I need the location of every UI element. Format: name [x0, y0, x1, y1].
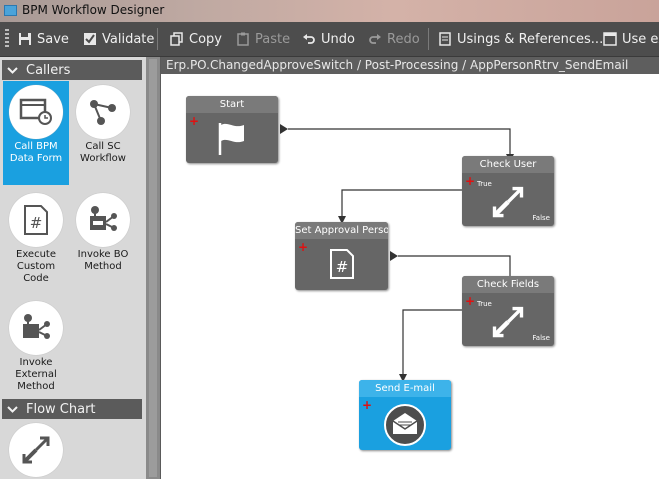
tool-call-sc-workflow[interactable]: Call SC Workflow	[70, 81, 136, 185]
false-branch-label: False	[532, 214, 550, 222]
toolbar-divider	[157, 28, 158, 50]
node-title: Check Fields	[462, 276, 554, 293]
add-icon[interactable]: +	[465, 175, 475, 187]
node-check-fields[interactable]: Check Fields + True False	[462, 276, 554, 346]
undo-button[interactable]: Undo	[302, 22, 355, 56]
save-label: Save	[37, 31, 69, 47]
redo-label: Redo	[387, 31, 420, 47]
tool-label: Execute Custom Code	[16, 249, 56, 284]
node-start[interactable]: Start +	[186, 96, 278, 163]
toolbar: Save Validate Copy Paste Undo Redo Using…	[0, 22, 659, 57]
app-icon	[4, 5, 17, 16]
flowchart-section-header[interactable]: Flow Chart	[2, 399, 142, 419]
tool-label: Invoke External Method	[15, 357, 57, 392]
toolbar-divider	[428, 28, 429, 50]
connector-start-checkuser	[288, 128, 511, 154]
toolbox-scrollbar[interactable]	[146, 57, 160, 479]
redo-button[interactable]: Redo	[368, 22, 420, 56]
node-title: Send E-mail	[359, 380, 451, 397]
tool-call-bpm-data-form[interactable]: Call BPM Data Form	[3, 81, 69, 185]
connector-setapproval-checkfields	[398, 255, 511, 276]
add-icon[interactable]: +	[298, 241, 308, 253]
breadcrumb: Erp.PO.ChangedApproveSwitch / Post-Proce…	[161, 57, 659, 74]
add-icon[interactable]: +	[362, 399, 372, 411]
node-title: Check User	[462, 156, 554, 173]
usings-label: Usings & References...	[457, 31, 604, 47]
callers-label: Callers	[26, 62, 71, 78]
scrollbar-thumb[interactable]	[149, 59, 157, 477]
envelope-icon	[384, 404, 426, 446]
copy-label: Copy	[189, 31, 222, 47]
paste-button[interactable]: Paste	[236, 22, 290, 56]
workflow-icon	[76, 85, 130, 139]
paste-label: Paste	[255, 31, 291, 47]
false-branch-label: False	[532, 334, 550, 342]
node-title: Set Approval Perso	[295, 222, 388, 239]
undo-label: Undo	[321, 31, 355, 47]
chevron-down-icon	[7, 66, 18, 74]
external-method-icon	[9, 301, 63, 355]
tool-invoke-bo-method[interactable]: Invoke BO Method	[70, 189, 136, 293]
chevron-down-icon	[7, 405, 18, 413]
references-icon	[439, 32, 451, 46]
add-icon[interactable]: +	[189, 115, 199, 127]
data-form-icon	[9, 85, 63, 139]
output-port[interactable]	[390, 251, 398, 261]
callers-section-header[interactable]: Callers	[2, 60, 142, 80]
tool-label: Call SC Workflow	[80, 141, 126, 164]
code-file-icon: #	[9, 193, 63, 247]
copy-button[interactable]: Copy	[170, 22, 222, 56]
connector-checkuser-setapproval	[341, 189, 462, 216]
tool-invoke-external-method[interactable]: Invoke External Method	[3, 297, 69, 393]
add-icon[interactable]: +	[465, 295, 475, 307]
validate-button[interactable]: Validate	[83, 22, 154, 56]
decision-arrows-icon	[9, 423, 63, 477]
toolbar-grip-icon[interactable]	[5, 29, 9, 49]
tool-label: Invoke BO Method	[77, 249, 129, 272]
use-external-label: Use ex	[622, 31, 659, 47]
workflow-canvas[interactable]: Start + Check User + True False Set Appr…	[161, 74, 659, 479]
redo-icon	[369, 34, 381, 44]
validate-label: Validate	[102, 31, 155, 47]
save-button[interactable]: Save	[18, 22, 69, 56]
tool-execute-custom-code[interactable]: # Execute Custom Code	[3, 189, 69, 293]
paste-icon	[237, 32, 249, 46]
title-bar: BPM Workflow Designer	[0, 0, 659, 22]
node-set-approval-person[interactable]: Set Approval Perso + #	[295, 222, 388, 290]
connector-checkfields-sendemail	[402, 309, 462, 375]
checkbox-icon	[84, 33, 96, 45]
decision-arrows-icon	[492, 186, 524, 218]
window-icon	[603, 32, 617, 46]
svg-text:#: #	[30, 214, 43, 232]
window-title: BPM Workflow Designer	[22, 3, 165, 17]
save-icon	[19, 33, 31, 45]
undo-icon	[303, 34, 315, 44]
node-title: Start	[186, 96, 278, 113]
use-external-button[interactable]: Use ex	[603, 22, 659, 56]
usings-references-button[interactable]: Usings & References...	[438, 22, 603, 56]
toolbox-panel: Callers Call BPM Data Form Call SC Workf…	[0, 57, 146, 479]
code-file-icon: #	[329, 249, 354, 279]
flowchart-label: Flow Chart	[26, 401, 96, 417]
flag-icon	[218, 123, 244, 155]
svg-text:#: #	[335, 258, 348, 276]
tool-decision[interactable]	[3, 419, 69, 479]
node-send-email[interactable]: Send E-mail +	[359, 380, 451, 450]
node-check-user[interactable]: Check User + True False	[462, 156, 554, 226]
decision-arrows-icon	[492, 306, 524, 338]
output-port[interactable]	[280, 124, 288, 134]
copy-icon	[170, 32, 183, 46]
tool-label: Call BPM Data Form	[9, 141, 63, 164]
bo-method-icon	[76, 193, 130, 247]
